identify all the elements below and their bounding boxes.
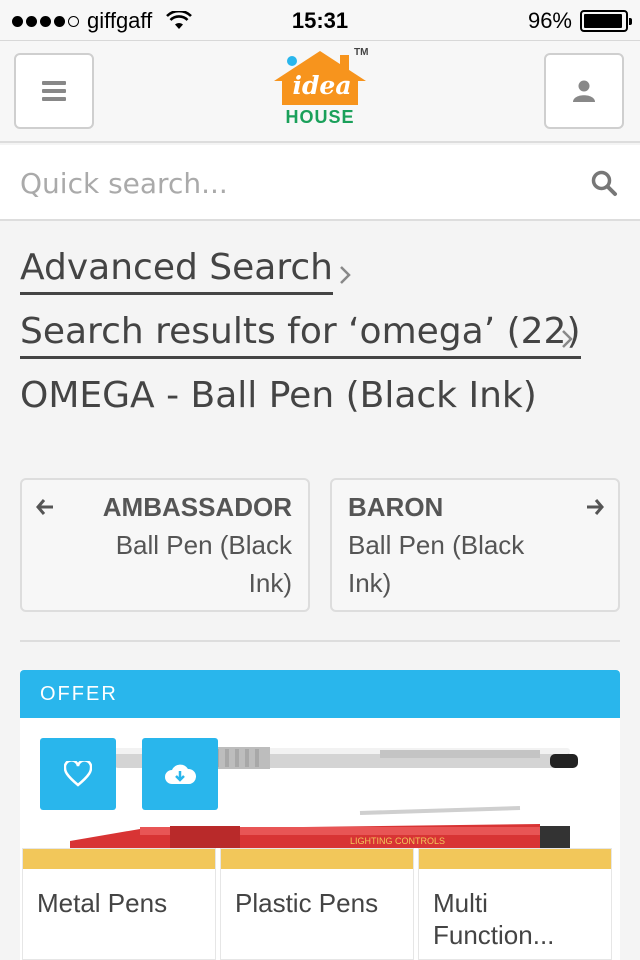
breadcrumb-search-results: Search results for ‘omega’ (22) [20, 310, 581, 359]
next-product-subtitle: Ball Pen (Black Ink) [348, 530, 525, 598]
favourite-button[interactable] [40, 738, 116, 810]
logo-house-text: HOUSE [285, 107, 355, 127]
chevron-right-icon [340, 266, 351, 284]
search-bar [0, 145, 640, 221]
search-input[interactable] [20, 159, 580, 207]
next-product-link[interactable]: BARON Ball Pen (Black Ink) [330, 478, 620, 612]
previous-product-title: AMBASSADOR [102, 492, 292, 522]
account-button[interactable] [544, 53, 624, 129]
status-right: 96% [527, 8, 632, 34]
breadcrumb-link-search-results[interactable]: Search results for ‘omega’ (22) [20, 310, 581, 359]
next-product-title: BARON [348, 492, 444, 522]
divider [20, 640, 620, 642]
idea-house-logo[interactable]: idea HOUSE TM [268, 47, 372, 131]
previous-product-link[interactable]: AMBASSADOR Ball Pen (Black Ink) [20, 478, 310, 612]
battery-percentage: 96% [527, 8, 572, 33]
page-title: OMEGA - Ball Pen (Black Ink) [20, 375, 537, 416]
category-label: Metal Pens [37, 888, 168, 918]
heart-icon [64, 761, 92, 787]
search-icon[interactable] [590, 169, 618, 197]
category-tile-metal-pens[interactable]: Metal Pens [22, 848, 216, 960]
battery-icon [580, 10, 632, 32]
menu-button[interactable] [14, 53, 94, 129]
arrow-left-icon [36, 499, 53, 515]
category-label: Plastic Pens [235, 888, 379, 918]
breadcrumb-link-advanced-search[interactable]: Advanced Search [20, 246, 333, 295]
next-product-text: BARON Ball Pen (Black Ink) [348, 488, 568, 602]
logo-trademark: TM [354, 47, 369, 58]
offer-panel: OFFER LIGHTING CONTROLS Metal Pens Plast… [20, 670, 620, 960]
arrow-right-icon [587, 499, 604, 515]
category-label: Multi Function... [433, 888, 555, 950]
category-tile-plastic-pens[interactable]: Plastic Pens [220, 848, 414, 960]
site-header: idea HOUSE TM [0, 40, 640, 143]
breadcrumb-advanced-search: Advanced Search [20, 246, 333, 295]
user-icon [573, 80, 595, 102]
previous-product-text: AMBASSADOR Ball Pen (Black Ink) [72, 488, 292, 602]
download-button[interactable] [142, 738, 218, 810]
previous-product-subtitle: Ball Pen (Black Ink) [115, 530, 292, 598]
hamburger-icon [42, 77, 66, 105]
category-tile-multi-function[interactable]: Multi Function... [418, 848, 612, 960]
chevron-right-icon [562, 330, 573, 348]
pen-imprint-text: LIGHTING CONTROLS [350, 836, 445, 846]
battery-fill [584, 14, 623, 28]
status-bar: giffgaff 15:31 96% [0, 0, 640, 40]
cloud-download-icon [165, 764, 196, 784]
logo-idea-text: idea [292, 71, 352, 100]
offer-badge: OFFER [20, 670, 620, 718]
